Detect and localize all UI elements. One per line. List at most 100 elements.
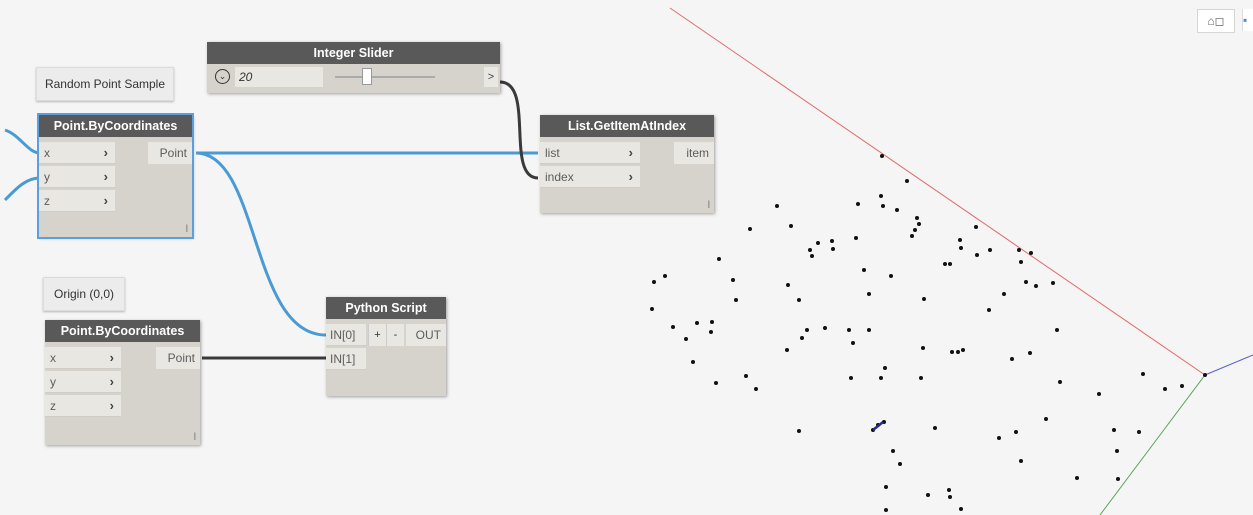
sample-point — [808, 248, 812, 252]
sample-point — [919, 376, 923, 380]
sample-point — [921, 346, 925, 350]
input-port-z[interactable]: z › — [39, 190, 115, 212]
sample-point — [974, 225, 978, 229]
sample-point — [684, 337, 688, 341]
sample-point — [851, 341, 855, 345]
chevron-right-icon: › — [103, 169, 108, 184]
sample-point — [714, 381, 718, 385]
background-preview-button[interactable]: ▪ — [1242, 9, 1253, 31]
chevron-right-icon: › — [628, 145, 633, 160]
sample-point — [922, 297, 926, 301]
remove-input-button[interactable]: - — [386, 324, 404, 346]
python-script-node[interactable]: Python Script IN[0] IN[1] + - OUT — [326, 297, 446, 396]
wire-input-x — [4, 128, 41, 155]
sample-point — [1034, 284, 1038, 288]
chevron-right-icon: › — [628, 169, 633, 184]
slider-thumb[interactable] — [362, 68, 372, 85]
chevron-right-icon: › — [103, 193, 108, 208]
sample-point — [943, 262, 947, 266]
port-label: list — [545, 146, 560, 160]
output-port-item[interactable]: item — [674, 142, 714, 164]
view-toggle-button[interactable]: ⌂◻ — [1197, 9, 1235, 33]
sample-point — [997, 436, 1001, 440]
input-port-z[interactable]: z › — [45, 395, 121, 417]
sample-point — [988, 248, 992, 252]
lacing-indicator: l — [707, 200, 710, 211]
sample-point — [1137, 430, 1141, 434]
input-port-x[interactable]: x › — [45, 347, 121, 369]
port-label: z — [44, 194, 50, 208]
sample-point — [883, 366, 887, 370]
input-port-x[interactable]: x › — [39, 142, 115, 164]
point-by-coordinates-node-1[interactable]: Point.ByCoordinates x › y › z › Point l — [37, 113, 194, 239]
chevron-right-icon: › — [109, 398, 114, 413]
slider-output-port[interactable]: > — [484, 67, 498, 87]
output-port-point[interactable]: Point — [156, 347, 200, 369]
sample-point — [1051, 281, 1055, 285]
input-port-y[interactable]: y › — [45, 371, 121, 393]
sample-point — [1141, 372, 1145, 376]
input-port-in0[interactable]: IN[0] — [326, 324, 366, 346]
note-text: Random Point Sample — [44, 77, 166, 91]
sample-point — [1029, 251, 1033, 255]
sample-point — [1115, 449, 1119, 453]
lacing-indicator: l — [193, 432, 196, 443]
input-port-y[interactable]: y › — [39, 166, 115, 188]
port-label: x — [50, 351, 56, 365]
chevron-right-icon: › — [109, 350, 114, 365]
sample-point — [947, 488, 951, 492]
sample-point — [881, 204, 885, 208]
chevron-down-circle-icon[interactable]: ⌄ — [215, 69, 230, 84]
wire-input-y — [3, 176, 41, 202]
input-port-in1[interactable]: IN[1] — [326, 348, 366, 370]
sample-point — [671, 325, 675, 329]
sample-point — [1017, 248, 1021, 252]
sample-point — [731, 278, 735, 282]
slider-value-input[interactable]: 20 — [235, 67, 323, 87]
sample-point — [1024, 280, 1028, 284]
sample-point — [987, 308, 991, 312]
point-by-coordinates-node-2[interactable]: Point.ByCoordinates x › y › z › Point l — [45, 320, 200, 445]
port-label: y — [50, 375, 56, 389]
output-port-point[interactable]: Point — [148, 142, 192, 164]
sample-point — [710, 320, 714, 324]
sample-point — [958, 238, 962, 242]
sample-point — [1112, 428, 1116, 432]
sample-point — [948, 262, 952, 266]
sample-point — [786, 283, 790, 287]
sample-point — [810, 254, 814, 258]
y-axis-line — [1099, 374, 1206, 515]
output-port-out[interactable]: OUT — [406, 324, 446, 346]
sample-point — [856, 202, 860, 206]
sample-point — [1019, 459, 1023, 463]
chevron-right-icon: › — [109, 374, 114, 389]
sample-point — [975, 253, 979, 257]
sample-point — [1075, 476, 1079, 480]
slider-track[interactable] — [335, 76, 435, 78]
sample-point — [884, 485, 888, 489]
add-input-button[interactable]: + — [368, 324, 386, 346]
note-origin[interactable]: Origin (0,0) — [43, 277, 125, 311]
sample-point — [717, 257, 721, 261]
node-title: List.GetItemAtIndex — [540, 115, 714, 137]
sample-point — [816, 241, 820, 245]
sample-point — [898, 462, 902, 466]
sample-point — [879, 194, 883, 198]
note-random-point-sample[interactable]: Random Point Sample — [36, 67, 174, 101]
sample-point — [830, 239, 834, 243]
list-get-item-at-index-node[interactable]: List.GetItemAtIndex list › index › item l — [540, 115, 714, 213]
port-label: index — [545, 170, 574, 184]
integer-slider-node[interactable]: Integer Slider ⌄ 20 > — [207, 42, 500, 93]
sample-point — [910, 234, 914, 238]
sample-point — [823, 326, 827, 330]
sample-point — [880, 154, 884, 158]
input-port-index[interactable]: index › — [540, 166, 640, 188]
input-port-list[interactable]: list › — [540, 142, 640, 164]
sample-point — [1010, 357, 1014, 361]
sample-point — [744, 374, 748, 378]
sample-point — [695, 321, 699, 325]
sample-point — [862, 268, 866, 272]
sample-point — [961, 348, 965, 352]
sample-point — [917, 222, 921, 226]
sample-point — [889, 274, 893, 278]
